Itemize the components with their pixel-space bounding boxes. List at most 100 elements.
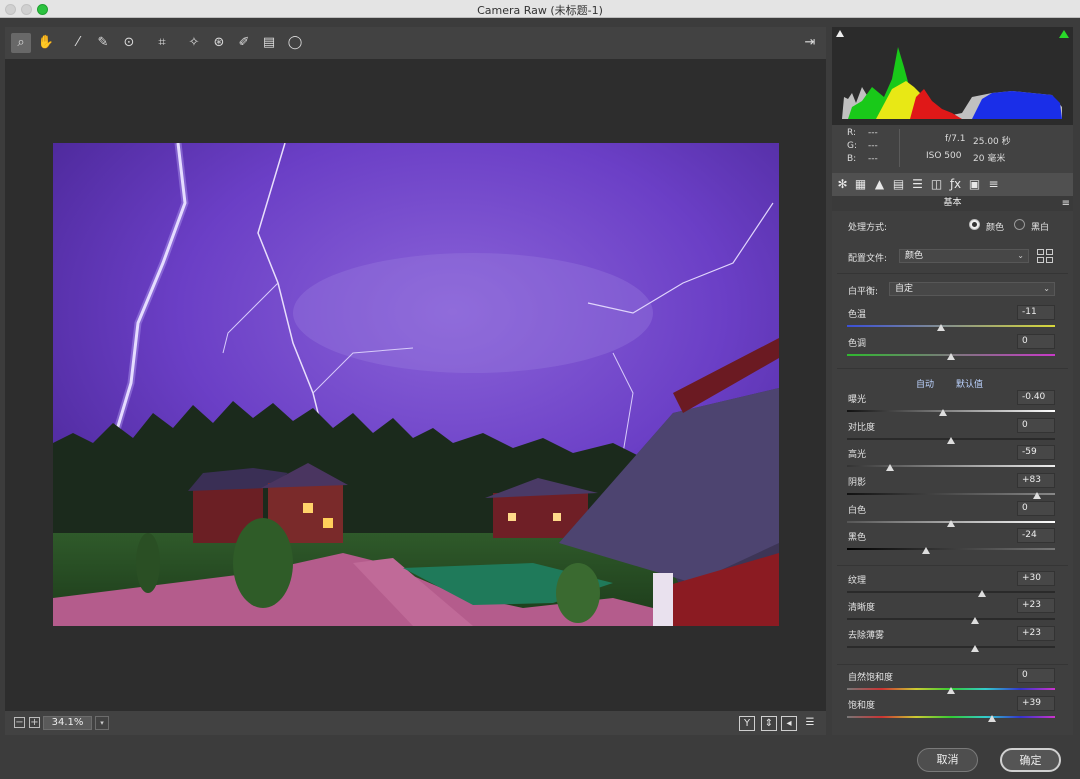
slider-value-field[interactable]: -59	[1017, 445, 1055, 460]
zoom-tool-icon[interactable]: ⌕	[11, 33, 31, 53]
ok-button[interactable]: 确定	[1000, 748, 1061, 772]
iso-value: ISO 500	[926, 151, 962, 161]
slider-thumb[interactable]	[970, 617, 979, 624]
slider-thumb[interactable]	[947, 520, 955, 527]
panel-tabs: ✻ ▦ ▲ ▤ ☰ ◫ ƒx ▣ ≡	[832, 173, 1073, 196]
slider-thumb[interactable]	[938, 409, 947, 416]
slider-thumb[interactable]	[1033, 492, 1042, 499]
treatment-bw-radio[interactable]	[1014, 219, 1025, 230]
window-titlebar: Camera Raw (未标题-1)	[0, 0, 1080, 18]
slider-value-field[interactable]: +30	[1017, 571, 1055, 586]
zoom-in-button[interactable]: +	[29, 717, 40, 728]
white-balance-dropdown[interactable]: 自定 ⌄	[889, 282, 1055, 296]
calibration-tab-icon[interactable]: ▣	[967, 176, 982, 192]
slider-thumb[interactable]	[970, 645, 979, 652]
detail-tab-icon[interactable]: ▲	[872, 176, 887, 192]
slider-label: 清晰度	[848, 603, 876, 613]
slider-thumb[interactable]	[936, 324, 945, 331]
profile-dropdown[interactable]: 颜色 ⌄	[899, 249, 1029, 263]
slider-value-field[interactable]: +39	[1017, 696, 1055, 711]
profile-label: 配置文件:	[848, 254, 888, 264]
treatment-bw-label: 黑白	[1031, 223, 1050, 233]
slider-label: 饱和度	[848, 701, 876, 711]
b-value: ---	[868, 154, 878, 164]
copy-settings-icon[interactable]: ◂	[781, 716, 797, 731]
hsl-tab-icon[interactable]: ▤	[891, 176, 906, 192]
slider-thumb[interactable]	[922, 547, 931, 554]
slider-value-field[interactable]: -24	[1017, 528, 1055, 543]
toggle-fullscreen-icon[interactable]: ⇥	[800, 33, 820, 53]
radial-filter-tool-icon[interactable]: ◯	[285, 33, 305, 53]
adjustment-brush-tool-icon[interactable]: ✐	[234, 33, 254, 53]
slider-label: 色调	[848, 339, 867, 349]
toolbar: ⌕ ✋ ⁄ ✎ ⊙ ⌗ ✧ ⊛ ✐ ▤ ◯ ⇥	[5, 27, 826, 59]
basic-tab-icon[interactable]: ✻	[835, 176, 850, 192]
white-balance-tool-icon[interactable]: ⁄	[68, 33, 88, 53]
slider-thumb[interactable]	[978, 590, 987, 597]
focal-length-value: 20 毫米	[973, 154, 1006, 164]
crop-tool-icon[interactable]: ⌗	[152, 33, 172, 53]
zoom-dropdown-icon[interactable]: ▾	[95, 716, 109, 730]
slider-value-field[interactable]: -0.40	[1017, 390, 1055, 405]
zoom-out-button[interactable]: −	[14, 717, 25, 728]
swap-settings-icon[interactable]: ⇕	[761, 716, 777, 731]
slider-track[interactable]	[847, 410, 1055, 412]
tone-curve-tab-icon[interactable]: ▦	[853, 176, 868, 192]
b-label: B:	[847, 154, 857, 164]
white-balance-value: 自定	[895, 284, 914, 294]
slider-track[interactable]	[847, 591, 1055, 593]
slider-value-field[interactable]: 0	[1017, 418, 1055, 433]
slider-value-field[interactable]: 0	[1017, 668, 1055, 683]
slider-track[interactable]	[847, 325, 1055, 327]
panel-menu-icon[interactable]: ≡	[1062, 196, 1070, 211]
slider-thumb[interactable]	[885, 464, 894, 471]
slider-track[interactable]	[847, 493, 1055, 495]
slider-value-field[interactable]: +23	[1017, 626, 1055, 641]
treatment-color-radio[interactable]	[969, 219, 980, 230]
slider-track[interactable]	[847, 646, 1055, 648]
highlight-clipping-icon[interactable]	[1059, 30, 1069, 38]
toggle-settings-icon[interactable]: ☰	[802, 716, 818, 731]
slider-track[interactable]	[847, 465, 1055, 467]
targeted-adjustment-tool-icon[interactable]: ⊙	[119, 33, 139, 53]
slider-value-field[interactable]: 0	[1017, 334, 1055, 349]
auto-link[interactable]: 自动	[916, 377, 934, 390]
divider	[837, 565, 1068, 566]
slider-track[interactable]	[847, 548, 1055, 550]
treatment-label: 处理方式:	[848, 223, 888, 233]
presets-tab-icon[interactable]: ≡	[986, 176, 1001, 192]
slider-thumb[interactable]	[947, 353, 955, 360]
slider-value-field[interactable]: +83	[1017, 473, 1055, 488]
slider-track[interactable]	[847, 618, 1055, 620]
slider-label: 白色	[848, 506, 867, 516]
color-sampler-tool-icon[interactable]: ✎	[93, 33, 113, 53]
graduated-filter-tool-icon[interactable]: ▤	[259, 33, 279, 53]
slider-label: 曝光	[848, 395, 867, 405]
slider-value-field[interactable]: -11	[1017, 305, 1055, 320]
slider-thumb[interactable]	[947, 687, 955, 694]
effects-tab-icon[interactable]: ƒx	[948, 176, 963, 192]
slider-track[interactable]	[847, 716, 1055, 718]
preview-image	[53, 143, 779, 626]
shadow-clipping-icon[interactable]	[836, 30, 844, 37]
cancel-button[interactable]: 取消	[917, 748, 978, 772]
slider-label: 去除薄雾	[848, 631, 885, 641]
lens-corrections-tab-icon[interactable]: ◫	[929, 176, 944, 192]
chevron-down-icon: ⌄	[1017, 251, 1024, 260]
zoom-level-field[interactable]: 34.1%	[43, 716, 92, 730]
red-eye-tool-icon[interactable]: ⊛	[209, 33, 229, 53]
hand-tool-icon[interactable]: ✋	[36, 33, 56, 53]
default-link[interactable]: 默认值	[956, 377, 983, 390]
slider-value-field[interactable]: +23	[1017, 598, 1055, 613]
profile-browser-icon[interactable]	[1037, 249, 1053, 263]
divider	[837, 273, 1068, 274]
profile-value: 颜色	[905, 251, 924, 261]
split-toning-tab-icon[interactable]: ☰	[910, 176, 925, 192]
spot-removal-tool-icon[interactable]: ✧	[184, 33, 204, 53]
slider-thumb[interactable]	[987, 715, 996, 722]
before-after-view-button[interactable]: Y	[739, 716, 755, 731]
slider-value-field[interactable]: 0	[1017, 501, 1055, 516]
image-info: R: --- G: --- B: --- f/7.1 25.00 秒 ISO 5…	[832, 125, 1073, 173]
slider-label: 黑色	[848, 533, 867, 543]
slider-thumb[interactable]	[947, 437, 955, 444]
